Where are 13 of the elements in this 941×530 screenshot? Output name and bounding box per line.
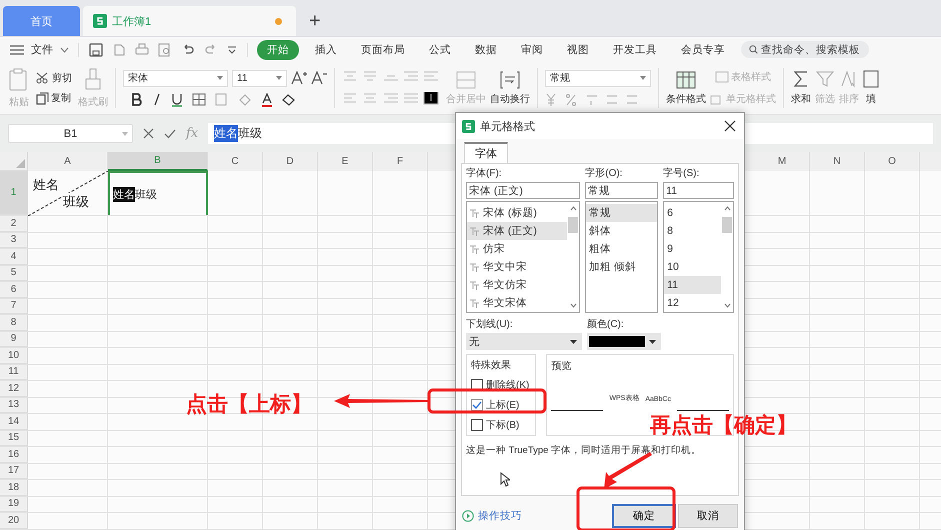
font-note: 这是一种 TrueType 字体，同时适用于屏幕和打印机。 [466,444,702,457]
group-title: 特殊效果 [471,358,512,372]
field-label: 颜色(C): [587,318,625,331]
field-label: 字体(F): [466,166,503,180]
group-title: 预览 [551,360,572,373]
cell-text: 班级 [63,193,89,211]
field-label: 字形(O): [585,166,624,180]
field-label: 下划线(U): [466,318,514,331]
field-label: 字号(S): [663,166,700,180]
cell-text: 姓名 [33,177,59,194]
dialog-title: 单元格格式 [480,120,535,134]
annotation-text: 再点击【确定】 [650,412,797,439]
annotation-text: 点击【上标】 [186,392,312,418]
